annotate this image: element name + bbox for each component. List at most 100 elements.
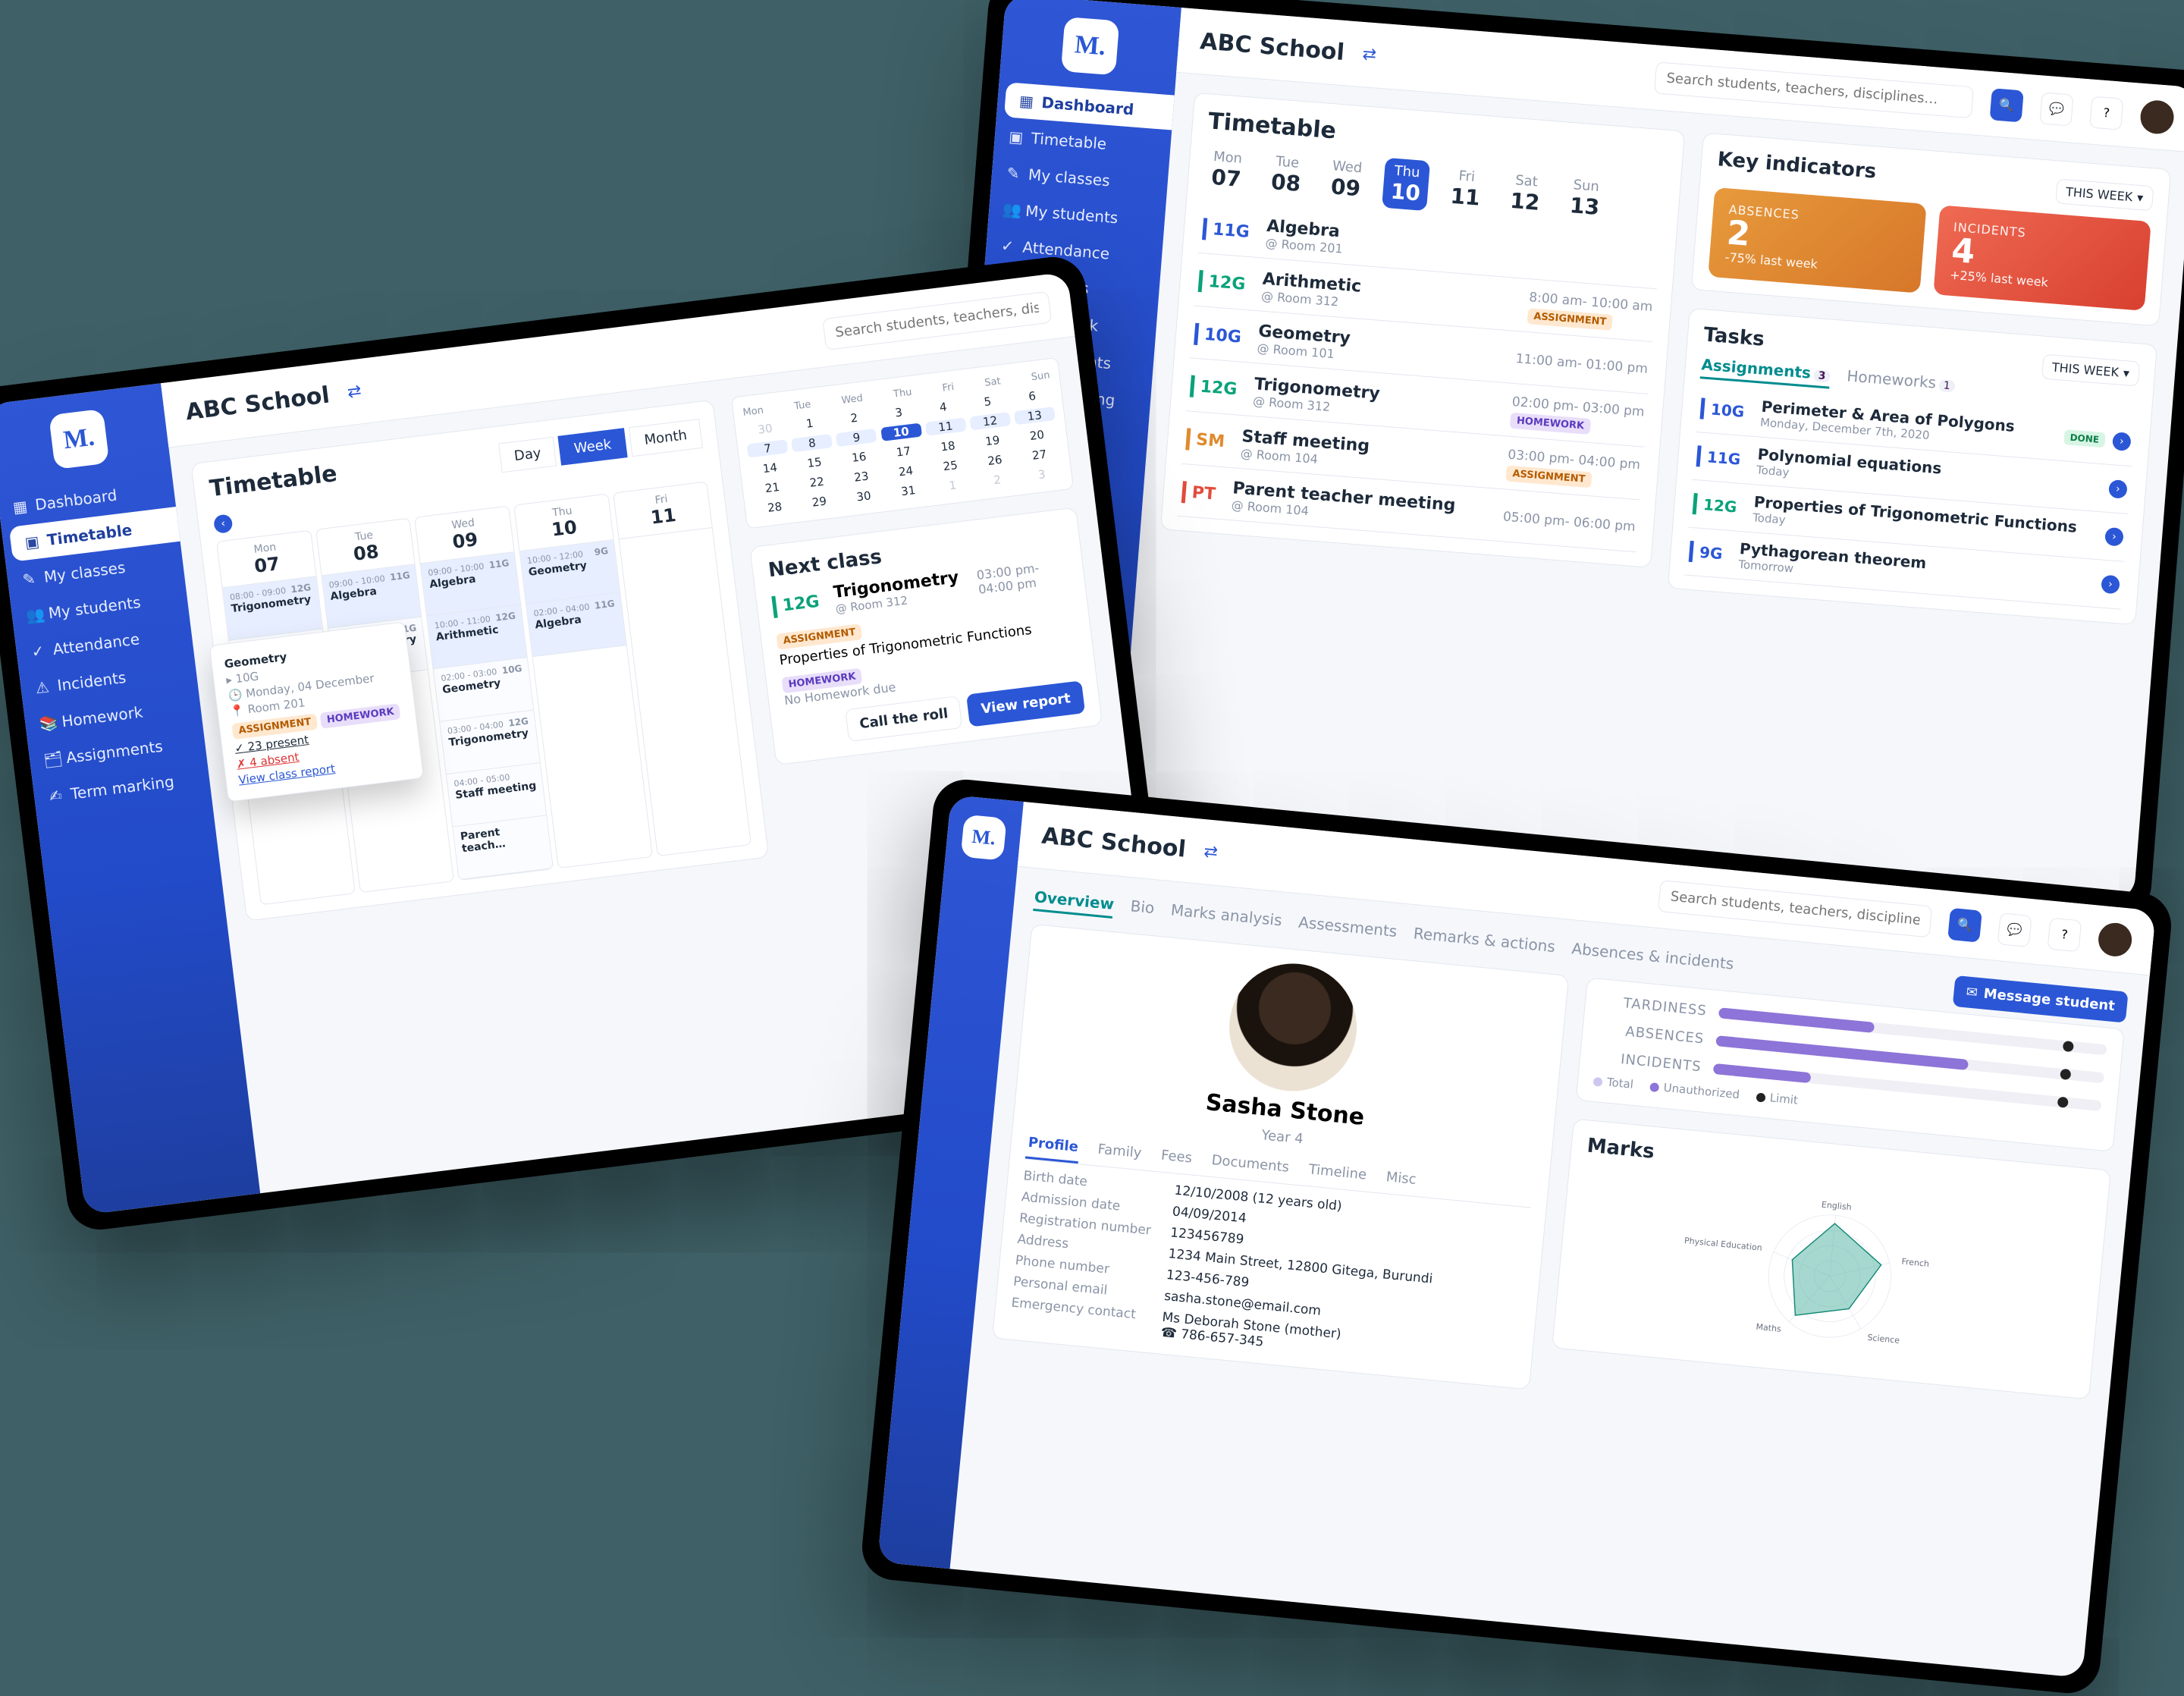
calendar-day[interactable]: 4 xyxy=(922,398,964,416)
calendar-day[interactable]: 1 xyxy=(932,476,974,495)
calendar-day[interactable]: 13 xyxy=(1014,407,1056,425)
search-input[interactable] xyxy=(1654,61,1974,118)
period-label: THIS WEEK xyxy=(2051,360,2120,379)
nav-label: Timetable xyxy=(1031,129,1107,153)
student-tab[interactable]: Assessments xyxy=(1298,913,1398,946)
kpi-absences[interactable]: ABSENCES 2 -75% last week xyxy=(1709,187,1927,294)
calendar-day[interactable]: 22 xyxy=(796,473,838,492)
calendar-slot[interactable]: 02:00 - 04:0011G Algebra xyxy=(526,593,626,658)
day-pill[interactable]: Wed09 xyxy=(1322,153,1370,206)
search-input[interactable] xyxy=(1658,880,1932,938)
app-logo: M. xyxy=(1061,17,1119,75)
calendar-day[interactable]: 18 xyxy=(927,437,969,455)
calendar-day[interactable]: 28 xyxy=(754,498,795,517)
calendar-day[interactable]: 29 xyxy=(799,492,840,510)
classes-icon: ✎ xyxy=(1005,164,1021,183)
switch-school-icon[interactable]: ⇄ xyxy=(1203,842,1219,862)
kpi-incidents[interactable]: INCIDENTS 4 +25% last week xyxy=(1933,205,2151,311)
tasks-title: Tasks xyxy=(1702,323,1765,350)
call-roll-button[interactable]: Call the roll xyxy=(845,696,963,742)
view-day[interactable]: Day xyxy=(498,437,557,473)
legend-label: Limit xyxy=(1769,1091,1799,1107)
calendar-day[interactable]: 31 xyxy=(887,482,929,500)
app-logo: M. xyxy=(49,409,109,470)
student-name: Sasha Stone xyxy=(1204,1089,1365,1131)
calendar-day[interactable]: 7 xyxy=(747,439,789,457)
switch-school-icon[interactable]: ⇄ xyxy=(347,382,362,402)
help-button[interactable]: ? xyxy=(2048,917,2082,952)
search-button[interactable]: 🔍 xyxy=(1947,907,1982,942)
nav-label: Assignments xyxy=(65,737,164,767)
calendar-day[interactable]: 23 xyxy=(840,467,882,485)
view-month[interactable]: Month xyxy=(628,419,702,457)
profile-subtab[interactable]: Documents xyxy=(1209,1146,1292,1184)
chat-button[interactable]: 💬 xyxy=(2039,92,2073,126)
day-pill[interactable]: Mon07 xyxy=(1203,143,1251,196)
calendar-day[interactable]: 27 xyxy=(1018,446,1060,464)
calendar-day[interactable]: 3 xyxy=(1021,465,1062,483)
calendar-day[interactable]: 24 xyxy=(885,462,927,480)
profile-subtab[interactable]: Profile xyxy=(1025,1129,1081,1164)
calendar-day[interactable]: 8 xyxy=(791,434,833,452)
radar-chart: English French Science Maths Physical Ed… xyxy=(1569,1166,2091,1380)
period-dropdown[interactable]: THIS WEEK▾ xyxy=(2055,178,2154,211)
attendance-icon: ✓ xyxy=(999,236,1016,255)
chat-button[interactable]: 💬 xyxy=(1997,912,2032,947)
calendar-day[interactable]: 20 xyxy=(1016,426,1058,444)
calendar-day[interactable]: 16 xyxy=(838,448,880,466)
calendar-day[interactable]: 10 xyxy=(880,423,922,441)
user-avatar[interactable] xyxy=(2097,921,2133,957)
day-pill[interactable]: Sun13 xyxy=(1561,171,1609,225)
day-pill[interactable]: Thu10 xyxy=(1382,158,1430,211)
calendar-day[interactable]: 3 xyxy=(878,404,920,422)
calendar-day[interactable]: 15 xyxy=(794,454,836,472)
profile-subtab[interactable]: Fees xyxy=(1158,1141,1195,1174)
calendar-day[interactable]: 19 xyxy=(971,432,1013,450)
assignments-icon: 🗂 xyxy=(42,749,60,769)
calendar-day[interactable]: 30 xyxy=(843,487,885,505)
prev-week-button[interactable]: ‹ xyxy=(213,514,234,534)
timetable-card: Timetable Mon07Tue08Wed09Thu10Fri11Sat12… xyxy=(1160,93,1686,568)
chevron-right-icon: › xyxy=(2108,479,2128,499)
calendar-day[interactable]: 17 xyxy=(883,442,924,460)
student-tab[interactable]: Marks analysis xyxy=(1169,900,1282,934)
calendar-day[interactable]: 5 xyxy=(967,392,1009,410)
help-button[interactable]: ? xyxy=(2089,96,2123,130)
calendar-day[interactable]: 9 xyxy=(836,429,877,447)
switch-school-icon[interactable]: ⇄ xyxy=(1362,45,1377,64)
calendar-day[interactable]: 2 xyxy=(977,471,1018,489)
calendar-day[interactable]: 11 xyxy=(925,417,967,435)
profile-subtab[interactable]: Misc xyxy=(1383,1163,1419,1196)
student-tab[interactable]: Absences & incidents xyxy=(1571,939,1735,978)
key-indicators-title: Key indicators xyxy=(1717,148,1878,183)
calendar-day[interactable]: 6 xyxy=(1012,387,1053,405)
attendance-icon: ✓ xyxy=(30,642,47,661)
calendar-day[interactable]: 14 xyxy=(749,459,791,477)
calendar-day[interactable]: 21 xyxy=(752,479,793,497)
day-pill[interactable]: Sat12 xyxy=(1502,167,1550,220)
svg-text:Science: Science xyxy=(1867,1333,1900,1346)
student-tab[interactable]: Overview xyxy=(1033,887,1115,919)
student-tab[interactable]: Bio xyxy=(1129,897,1155,922)
day-pill[interactable]: Fri11 xyxy=(1442,162,1490,215)
calendar-day[interactable]: 2 xyxy=(833,409,875,427)
search-button[interactable]: 🔍 xyxy=(1990,88,2024,122)
class-time: 03:00 pm- 04:00 pm xyxy=(976,557,1070,596)
calendar-day[interactable]: 1 xyxy=(789,414,830,432)
day-pill[interactable]: Tue08 xyxy=(1263,148,1311,201)
search-input[interactable] xyxy=(822,291,1052,350)
classes-icon: ✎ xyxy=(20,569,38,589)
view-report-button[interactable]: View report xyxy=(966,680,1085,727)
view-week[interactable]: Week xyxy=(558,428,627,465)
key-indicators-card: Key indicators THIS WEEK▾ ABSENCES 2 -75… xyxy=(1691,133,2171,327)
calendar-day[interactable]: 25 xyxy=(930,457,971,475)
calendar-slot[interactable]: Parent teach… xyxy=(453,816,553,881)
profile-subtab[interactable]: Family xyxy=(1095,1135,1144,1170)
tasks-period-dropdown[interactable]: THIS WEEK▾ xyxy=(2041,353,2141,386)
student-tab[interactable]: Remarks & actions xyxy=(1412,924,1556,961)
user-avatar[interactable] xyxy=(2139,99,2175,134)
profile-subtab[interactable]: Timeline xyxy=(1306,1155,1370,1192)
calendar-day[interactable]: 26 xyxy=(974,451,1016,470)
calendar-day[interactable]: 12 xyxy=(969,412,1011,430)
calendar-day[interactable]: 30 xyxy=(745,419,786,438)
